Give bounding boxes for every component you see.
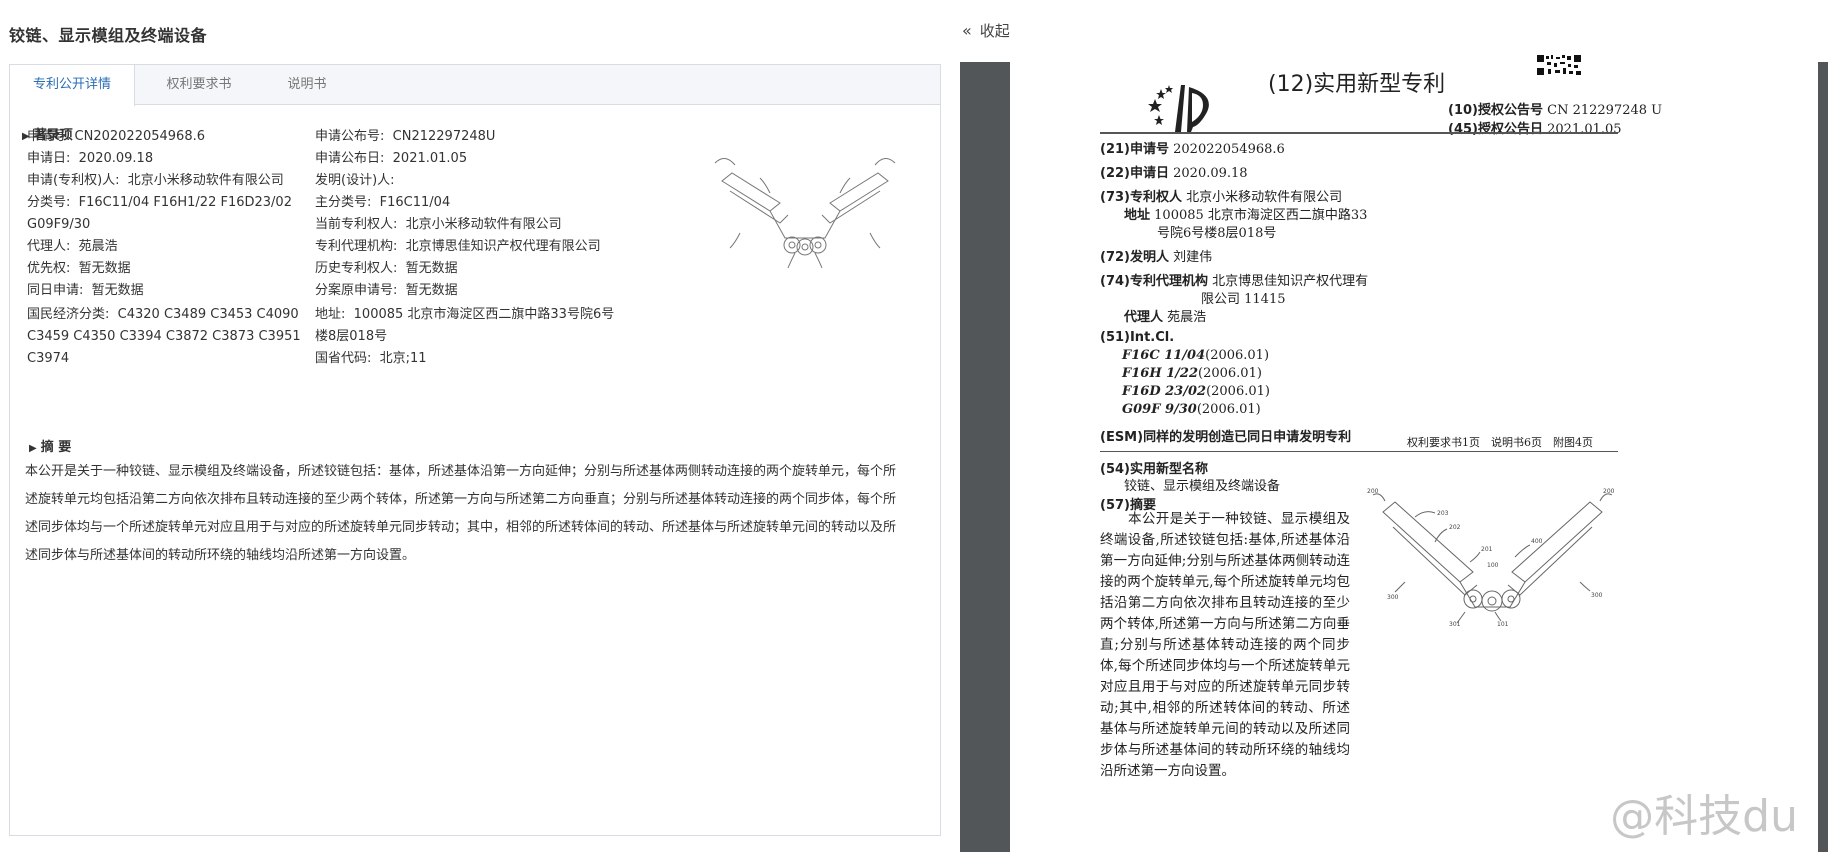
field-same-day: 同日申请: 暂无数据 (27, 283, 144, 298)
abstract-toggle[interactable]: ▶ 摘 要 (29, 436, 71, 455)
watermark: @科技du (1610, 791, 1798, 842)
doc-app-no: (21)申请号 202022054968.6 (1100, 142, 1285, 157)
doc-grant-no: (10)授权公告号 CN 212297248 U (1448, 103, 1663, 118)
section-rule (1100, 451, 1618, 452)
figure-label: 101 (1497, 621, 1509, 627)
doc-title: (12)实用新型专利 (1268, 72, 1446, 97)
abstract-text: 本公开是关于一种铰链、显示模组及终端设备，所述铰链包括：基体，所述基体沿第一方向… (25, 464, 897, 563)
doc-app-date: (22)申请日 2020.09.18 (1100, 166, 1248, 181)
figure-label: 202 (1449, 524, 1461, 531)
doc-abstract-text: 本公开是关于一种铰链、显示模组及终端设备,所述铰链包括:基体,所述基体沿第一方向… (1100, 511, 1350, 779)
doc-agency-cont: 限公司 11415 (1201, 292, 1286, 307)
double-chevron-left-icon: « (962, 21, 972, 40)
figure-label: 200 (1367, 488, 1379, 495)
tab-claims[interactable]: 权利要求书 (135, 65, 263, 105)
doc-agency: (74)专利代理机构 北京博思佳知识产权代理有 (1100, 274, 1369, 289)
doc-inventor: (72)发明人 刘建伟 (1100, 250, 1213, 265)
figure-label: 301 (1449, 621, 1461, 627)
figure-label: 100 (1487, 562, 1499, 569)
collapse-button[interactable]: « 收起 (962, 20, 1010, 41)
figure-label: 300 (1387, 594, 1399, 601)
doc-intcl-item: G09F 9/30(2006.01) (1122, 402, 1261, 417)
header-rule (1100, 132, 1618, 134)
field-divisional: 分案原申请号: 暂无数据 (315, 283, 458, 298)
doc-page-counts: 权利要求书1页 说明书6页 附图4页 (1407, 436, 1593, 449)
doc-esm-note: (ESM)同样的发明创造已同日申请发明专利 (1100, 430, 1352, 445)
figure-label: 201 (1481, 546, 1493, 553)
doc-intcl-item: F16H 1/22(2006.01) (1122, 366, 1262, 381)
patent-drawing-thumbnail[interactable] (710, 143, 900, 273)
collapse-label: 收起 (979, 22, 1010, 40)
figure-label: 400 (1531, 538, 1543, 545)
patent-detail-card: 专利公开详情 权利要求书 说明书 ▶ 著录项 申请号: CN20202205496… (9, 64, 941, 836)
tab-description[interactable]: 说明书 (263, 65, 351, 105)
document-page: (12)实用新型专利 (10)授权公告号 CN 212297248 U (45)… (1010, 54, 1818, 852)
figure-label: 300 (1591, 592, 1603, 599)
tab-publication-details[interactable]: 专利公开详情 (10, 65, 135, 106)
doc-grant-date: (45)授权公告日 2021.01.05 (1448, 122, 1622, 137)
cnipa-emblem-icon (1148, 85, 1209, 132)
qr-code-icon (1536, 54, 1582, 76)
field-province-code: 国省代码: 北京;11 (315, 351, 427, 366)
tab-bar: 专利公开详情 权利要求书 说明书 (10, 65, 940, 106)
doc-intcl-item: F16C 11/04(2006.01) (1122, 348, 1270, 363)
page-title: 铰链、显示模组及终端设备 (9, 26, 208, 45)
doc-agent: 代理人 苑晨浩 (1124, 310, 1207, 325)
figure-label: 203 (1437, 510, 1449, 517)
triangle-right-icon: ▶ (29, 443, 37, 454)
document-viewer[interactable]: (12)实用新型专利 (10)授权公告号 CN 212297248 U (45)… (960, 54, 1828, 852)
doc-intcl-item: F16D 23/02(2006.01) (1122, 384, 1270, 399)
doc-intcl-label: (51)Int.Cl. (1100, 330, 1175, 345)
doc-address-cont: 号院6号楼8层018号 (1157, 226, 1277, 241)
doc-name-value: 铰链、显示模组及终端设备 (1124, 479, 1281, 494)
field-economy-class-cont2: C3974 (27, 351, 70, 366)
patent-figure: 200 203 202 201 100 400 300 300 301 101 … (1367, 488, 1615, 627)
figure-label: 200 (1603, 488, 1615, 495)
doc-holder: (73)专利权人 北京小米移动软件有限公司 (1100, 190, 1343, 205)
doc-address: 地址 100085 北京市海淀区西二旗中路33 (1124, 208, 1368, 223)
